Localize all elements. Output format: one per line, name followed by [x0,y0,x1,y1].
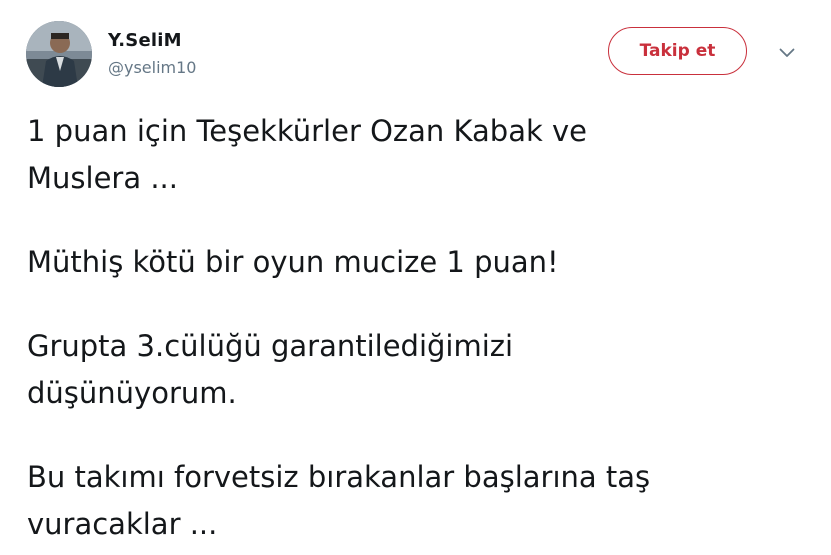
tweet-paragraph: Bu takımı forvetsiz bırakanlar başlarına… [27,454,817,548]
tweet-text: 1 puan için Teşekkürler Ozan Kabak ve Mu… [27,108,817,548]
tweet-paragraph: Müthiş kötü bir oyun mucize 1 puan! [27,239,817,286]
user-handle[interactable]: @yselim10 [108,58,196,77]
tweet-line: düşünüyorum. [27,376,237,410]
tweet-paragraph: 1 puan için Teşekkürler Ozan Kabak ve Mu… [27,108,817,202]
tweet-paragraph: Grupta 3.cülüğü garantilediğimizi düşünü… [27,323,817,417]
avatar[interactable] [26,21,92,87]
user-name[interactable]: Y.SeliM [108,30,182,51]
tweet-line: Grupta 3.cülüğü garantilediğimizi [27,329,514,363]
chevron-down-icon [779,48,795,57]
tweet-line: Muslera ... [27,161,178,195]
avatar-photo [26,21,92,87]
tweet-header: Y.SeliM @yselim10 Takip et [0,0,831,100]
tweet-line: Müthiş kötü bir oyun mucize 1 puan! [27,245,559,279]
tweet-line: vuracaklar ... [27,507,218,541]
tweet-line: 1 puan için Teşekkürler Ozan Kabak ve [27,114,587,148]
tweet-menu-button[interactable] [772,40,802,66]
follow-button[interactable]: Takip et [608,27,747,75]
tweet-line: Bu takımı forvetsiz bırakanlar başlarına… [27,460,651,494]
